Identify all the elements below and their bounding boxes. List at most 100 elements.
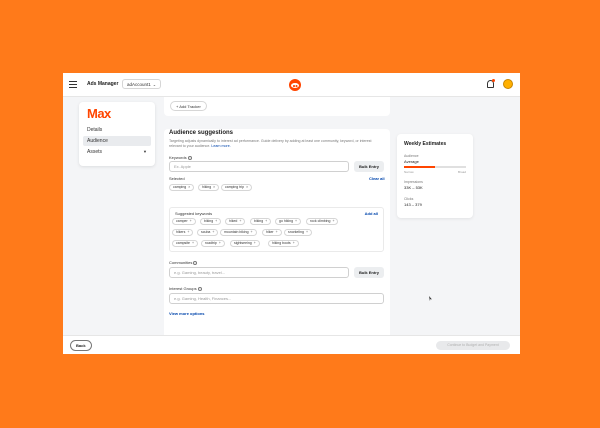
suggested-keyword-chip[interactable]: camper + — [172, 218, 196, 225]
suggested-keyword-chip[interactable]: rock climbing + — [306, 218, 339, 225]
impressions-label: Impressions — [404, 180, 423, 184]
plus-icon: + — [253, 241, 256, 245]
suggested-keyword-chip[interactable]: biking + — [250, 218, 272, 225]
impressions-value: 33K – 53K — [404, 185, 423, 190]
top-bar: Ads Manager adAccount1 ⌄ — [63, 73, 520, 97]
footer-bar: Back Continue to Budget and Payment — [63, 335, 520, 354]
plus-icon: + — [187, 230, 190, 234]
suggested-keyword-chip[interactable]: sightseeing + — [230, 240, 260, 247]
avatar[interactable] — [503, 79, 513, 89]
chip-label: rock climbing — [310, 219, 331, 223]
chip-label: hiking boots — [272, 241, 291, 245]
communities-label: Communities — [169, 260, 198, 265]
reddit-logo-icon[interactable] — [289, 79, 301, 91]
learn-more-link[interactable]: Learn more. — [211, 144, 230, 148]
audience-estimate-label: Audience — [404, 154, 419, 158]
interest-groups-label: Interest Groups — [169, 286, 202, 291]
suggested-keyword-chip[interactable]: snorkeling + — [284, 229, 313, 236]
chevron-down-icon: ▼ — [143, 149, 147, 154]
main-content: + Add Tracker Audience suggestions Targe… — [164, 97, 390, 354]
chip-label: camper — [176, 219, 188, 223]
audience-size-meter-fill — [404, 166, 435, 168]
chip-label: hiked — [229, 219, 238, 223]
sidebar-item-label: Details — [87, 127, 103, 133]
selected-keyword-chip[interactable]: camping trip × — [221, 184, 253, 191]
sidebar-item-audience[interactable]: Audience — [83, 136, 151, 146]
plus-icon: + — [292, 241, 295, 245]
close-icon[interactable]: × — [213, 185, 215, 189]
plus-icon: + — [192, 241, 195, 245]
plus-icon: + — [212, 230, 215, 234]
back-button[interactable]: Back — [70, 340, 92, 351]
plus-icon: + — [189, 219, 192, 223]
chip-label: sightseeing — [234, 241, 252, 245]
close-icon[interactable]: × — [246, 185, 248, 189]
add-tracker-button[interactable]: + Add Tracker — [170, 101, 207, 111]
selected-label: Selected — [169, 176, 185, 181]
plus-icon: + — [218, 241, 221, 245]
plus-icon: + — [250, 230, 253, 234]
clear-all-link[interactable]: Clear all — [369, 176, 385, 181]
continue-button[interactable]: Continue to Budget and Payment — [436, 341, 510, 350]
tracker-card: + Add Tracker — [164, 97, 390, 116]
chip-label: camping trip — [225, 185, 245, 189]
description-text: Targeting adjusts dynamically to interes… — [169, 139, 372, 148]
campaign-brand: Max — [87, 106, 111, 121]
sidebar-item-assets[interactable]: Assets ▼ — [83, 147, 151, 157]
communities-label-text: Communities — [169, 260, 193, 265]
chip-label: roadtrip — [205, 241, 217, 245]
suggested-keyword-chip[interactable]: scuba + — [197, 229, 219, 236]
bell-icon[interactable] — [487, 79, 495, 88]
account-select[interactable]: adAccount1 ⌄ — [122, 79, 162, 89]
suggested-keyword-chip[interactable]: biking + — [200, 218, 222, 225]
suggested-keyword-chip[interactable]: hiked + — [225, 218, 246, 225]
chip-label: biking — [254, 219, 264, 223]
info-icon[interactable] — [187, 155, 192, 160]
plus-icon: + — [295, 219, 298, 223]
info-icon[interactable] — [197, 286, 202, 291]
view-more-options-link[interactable]: View more options — [169, 311, 205, 316]
suggested-keyword-chip[interactable]: roadtrip + — [201, 240, 225, 247]
selected-keyword-chip[interactable]: hiking × — [198, 184, 220, 191]
keywords-label: Keywords — [169, 155, 192, 160]
suggested-keyword-chip[interactable]: mountain biking + — [220, 229, 257, 236]
chip-label: hiking — [202, 185, 212, 189]
audience-estimate-value: Average — [404, 159, 419, 164]
suggested-keyword-chip[interactable]: go hiking + — [275, 218, 302, 225]
close-icon[interactable]: × — [188, 185, 190, 189]
sidebar-item-label: Assets — [87, 149, 103, 155]
clicks-value: 143 – 379 — [404, 202, 422, 207]
app-title: Ads Manager — [87, 81, 119, 87]
selected-keyword-chip[interactable]: camping × — [169, 184, 195, 191]
add-all-link[interactable]: Add all — [365, 211, 378, 216]
keywords-label-text: Keywords — [169, 155, 187, 160]
sidebar-item-details[interactable]: Details — [83, 125, 151, 135]
plus-icon: + — [215, 219, 218, 223]
mouse-cursor-icon — [429, 296, 432, 301]
chevron-down-icon: ⌄ — [152, 82, 157, 87]
account-name: adAccount1 — [127, 82, 151, 87]
chip-label: go hiking — [279, 219, 294, 223]
suggested-keyword-chip[interactable]: campsite + — [172, 240, 199, 247]
suggested-keyword-chip[interactable]: hiking boots + — [268, 240, 299, 247]
chip-label: mountain biking — [224, 230, 249, 234]
menu-icon[interactable] — [69, 81, 77, 88]
estimates-title: Weekly Estimates — [404, 141, 447, 147]
chip-label: hikers — [176, 230, 186, 234]
chip-label: biking — [204, 219, 214, 223]
keywords-input[interactable]: Ex. Apple — [169, 161, 349, 172]
keywords-bulk-entry-button[interactable]: Bulk Entry — [354, 161, 384, 172]
communities-input[interactable]: e.g. Gaming, beauty, travel... — [169, 267, 349, 278]
suggested-keyword-chip[interactable]: hikers + — [172, 229, 194, 236]
campaign-nav-card: Max Details Audience Assets ▼ — [79, 102, 155, 166]
suggested-keyword-chip[interactable]: hiker + — [262, 229, 282, 236]
info-icon[interactable] — [193, 260, 198, 265]
chip-label: scuba — [201, 230, 211, 234]
broad-label: Broad — [457, 170, 466, 174]
interest-groups-input[interactable]: e.g. Gaming, Health, Finances... — [169, 293, 384, 304]
communities-bulk-entry-button[interactable]: Bulk Entry — [354, 267, 384, 278]
plus-icon: + — [275, 230, 278, 234]
audience-description: Targeting adjusts dynamically to interes… — [169, 139, 384, 149]
plus-icon: + — [305, 230, 309, 234]
interest-label-text: Interest Groups — [169, 286, 197, 291]
